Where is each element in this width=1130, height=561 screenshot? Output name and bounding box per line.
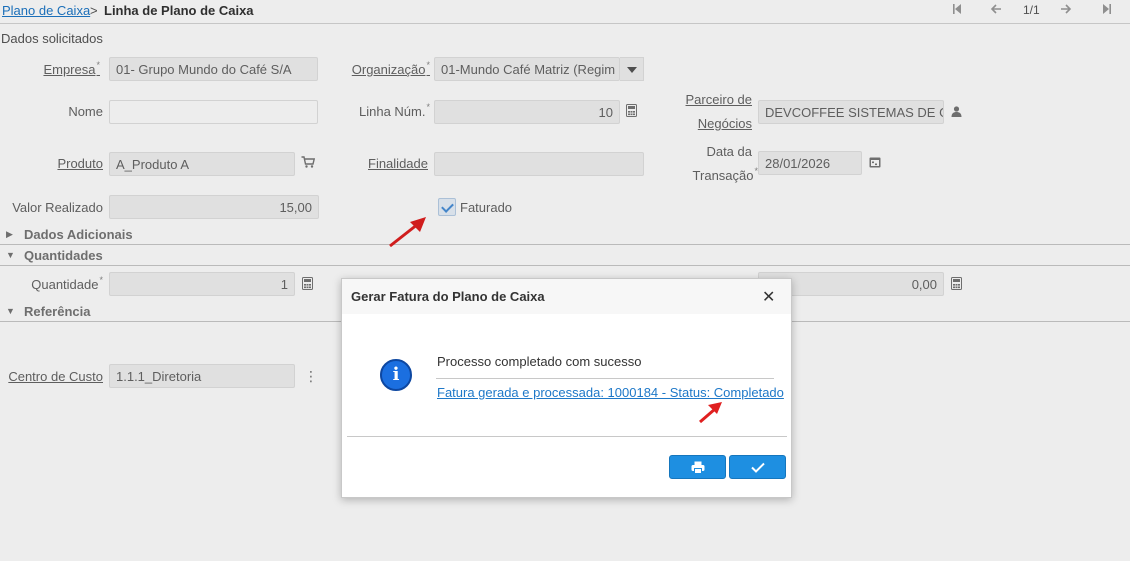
close-icon[interactable]: ✕ <box>762 287 775 307</box>
check-icon <box>750 462 765 473</box>
dialog-title: Gerar Fatura do Plano de Caixa <box>351 289 545 304</box>
dialog-header: Gerar Fatura do Plano de Caixa ✕ <box>342 279 791 314</box>
info-icon: i <box>380 359 412 391</box>
invoice-link[interactable]: Fatura gerada e processada: 1000184 - St… <box>437 385 784 400</box>
gerar-fatura-dialog: Gerar Fatura do Plano de Caixa ✕ i Proce… <box>341 278 792 498</box>
message-divider <box>436 378 774 379</box>
annotation-arrow-icon <box>699 402 722 424</box>
printer-icon <box>691 461 704 474</box>
confirm-button[interactable] <box>729 455 786 479</box>
page: Plano de Caixa > Linha de Plano de Caixa… <box>0 0 1130 561</box>
dialog-message: Processo completado com sucesso <box>437 354 642 369</box>
dialog-footer-divider <box>347 436 787 437</box>
print-button[interactable] <box>669 455 726 479</box>
